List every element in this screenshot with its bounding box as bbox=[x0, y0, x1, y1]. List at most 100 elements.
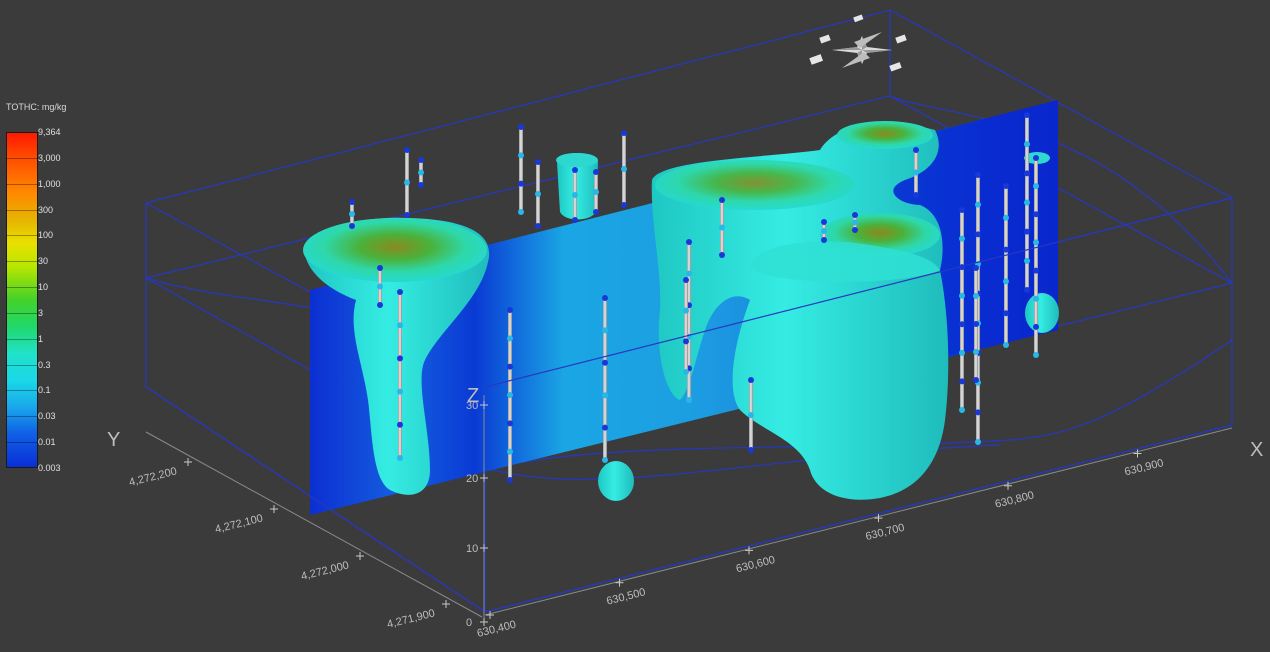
well-casing[interactable] bbox=[519, 127, 523, 212]
well-sample-point[interactable] bbox=[1024, 199, 1030, 206]
well-sample-point[interactable] bbox=[507, 363, 513, 370]
well-sample-point[interactable] bbox=[404, 147, 410, 153]
well-sample-point[interactable] bbox=[507, 392, 513, 398]
well-sample-point[interactable] bbox=[975, 409, 981, 416]
well-sample-point[interactable] bbox=[602, 327, 608, 334]
well-sample-point[interactable] bbox=[572, 192, 578, 198]
well-sample-point[interactable] bbox=[913, 169, 919, 176]
well-sample-point[interactable] bbox=[913, 147, 919, 153]
well-sample-point[interactable] bbox=[973, 377, 979, 383]
well-sample-point[interactable] bbox=[683, 277, 689, 283]
well-casing[interactable] bbox=[1004, 186, 1008, 345]
well-sample-point[interactable] bbox=[683, 369, 689, 375]
well-sample-point[interactable] bbox=[959, 378, 965, 385]
well-sample-point[interactable] bbox=[602, 424, 608, 431]
well-sample-point[interactable] bbox=[686, 270, 692, 277]
well-sample-point[interactable] bbox=[821, 228, 827, 234]
well-sample-point[interactable] bbox=[686, 239, 692, 245]
well-sample-point[interactable] bbox=[377, 283, 383, 290]
well-sample-point[interactable] bbox=[507, 335, 513, 342]
well-sample-point[interactable] bbox=[975, 231, 981, 238]
well-casing[interactable] bbox=[684, 280, 688, 372]
well-sample-point[interactable] bbox=[975, 172, 981, 178]
well-sample-point[interactable] bbox=[507, 420, 513, 427]
well-sample-point[interactable] bbox=[1033, 183, 1039, 190]
well-sample-point[interactable] bbox=[973, 349, 979, 355]
well-sample-point[interactable] bbox=[975, 439, 981, 445]
well-sample-point[interactable] bbox=[1003, 214, 1009, 221]
well-sample-point[interactable] bbox=[518, 180, 524, 187]
well-sample-point[interactable] bbox=[507, 477, 513, 483]
well-sample-point[interactable] bbox=[973, 293, 979, 299]
well-sample-point[interactable] bbox=[572, 217, 578, 223]
well-sample-point[interactable] bbox=[821, 237, 827, 243]
well-sample-point[interactable] bbox=[535, 159, 541, 165]
well-sample-point[interactable] bbox=[377, 265, 383, 271]
well-sample-point[interactable] bbox=[959, 321, 965, 328]
well-sample-point[interactable] bbox=[959, 407, 965, 413]
well-sample-point[interactable] bbox=[1033, 352, 1039, 358]
well-sample-point[interactable] bbox=[852, 227, 858, 233]
well-sample-point[interactable] bbox=[719, 252, 725, 258]
well-sample-point[interactable] bbox=[1033, 239, 1039, 246]
well-sample-point[interactable] bbox=[683, 338, 689, 345]
well-sample-point[interactable] bbox=[686, 397, 692, 403]
well-sample-point[interactable] bbox=[1024, 228, 1030, 235]
well-sample-point[interactable] bbox=[602, 457, 608, 463]
well-sample-point[interactable] bbox=[404, 179, 410, 186]
well-sample-point[interactable] bbox=[1003, 310, 1009, 317]
well-sample-point[interactable] bbox=[973, 265, 979, 271]
color-legend[interactable]: TOTHC: mg/kg 9,364 3,000 1,000 300 100 30 10 3 1… bbox=[4, 100, 84, 480]
well-sample-point[interactable] bbox=[418, 157, 424, 163]
well-sample-point[interactable] bbox=[719, 197, 725, 203]
well-sample-point[interactable] bbox=[349, 199, 355, 205]
well-sample-point[interactable] bbox=[1003, 342, 1009, 348]
well-sample-point[interactable] bbox=[418, 169, 424, 176]
well-sample-point[interactable] bbox=[377, 302, 383, 308]
well-sample-point[interactable] bbox=[852, 212, 858, 218]
well-sample-point[interactable] bbox=[975, 201, 981, 208]
well-sample-point[interactable] bbox=[349, 223, 355, 229]
well-sample-point[interactable] bbox=[683, 307, 689, 314]
well-sample-point[interactable] bbox=[748, 377, 754, 383]
well-sample-point[interactable] bbox=[602, 295, 608, 301]
well-sample-point[interactable] bbox=[1024, 112, 1030, 118]
well-sample-point[interactable] bbox=[959, 292, 965, 299]
well-sample-point[interactable] bbox=[973, 321, 979, 327]
well-sample-point[interactable] bbox=[572, 167, 578, 173]
well-sample-point[interactable] bbox=[719, 224, 725, 231]
well-sample-point[interactable] bbox=[397, 322, 403, 329]
well-sample-point[interactable] bbox=[1003, 278, 1009, 285]
well-sample-point[interactable] bbox=[507, 448, 513, 455]
well-sample-point[interactable] bbox=[959, 349, 965, 356]
well-sample-point[interactable] bbox=[602, 359, 608, 366]
well-sample-point[interactable] bbox=[621, 166, 627, 172]
well-sample-point[interactable] bbox=[959, 235, 965, 242]
well-sample-point[interactable] bbox=[397, 421, 403, 428]
well-sample-point[interactable] bbox=[1024, 141, 1030, 148]
well-sample-point[interactable] bbox=[748, 412, 754, 418]
well-sample-point[interactable] bbox=[397, 289, 403, 295]
well-casing[interactable] bbox=[603, 298, 607, 460]
well-sample-point[interactable] bbox=[535, 223, 541, 229]
well-sample-point[interactable] bbox=[913, 192, 919, 198]
well-sample-point[interactable] bbox=[418, 182, 424, 188]
well-sample-point[interactable] bbox=[404, 212, 410, 218]
well-sample-point[interactable] bbox=[1033, 323, 1039, 330]
well-sample-point[interactable] bbox=[397, 455, 403, 461]
well-sample-point[interactable] bbox=[621, 130, 627, 136]
well-sample-point[interactable] bbox=[518, 152, 524, 159]
well-sample-point[interactable] bbox=[1033, 211, 1039, 218]
well-sample-point[interactable] bbox=[518, 209, 524, 215]
well-sample-point[interactable] bbox=[621, 202, 627, 208]
well-sample-point[interactable] bbox=[518, 124, 524, 130]
well-sample-point[interactable] bbox=[397, 388, 403, 395]
well-sample-point[interactable] bbox=[349, 211, 355, 217]
compass-rose-icon[interactable] bbox=[809, 14, 907, 72]
well-casing[interactable] bbox=[398, 292, 402, 458]
well-sample-point[interactable] bbox=[1024, 287, 1030, 293]
well-sample-point[interactable] bbox=[593, 209, 599, 215]
well-sample-point[interactable] bbox=[397, 355, 403, 362]
well-sample-point[interactable] bbox=[593, 189, 599, 195]
well-sample-point[interactable] bbox=[1024, 257, 1030, 264]
